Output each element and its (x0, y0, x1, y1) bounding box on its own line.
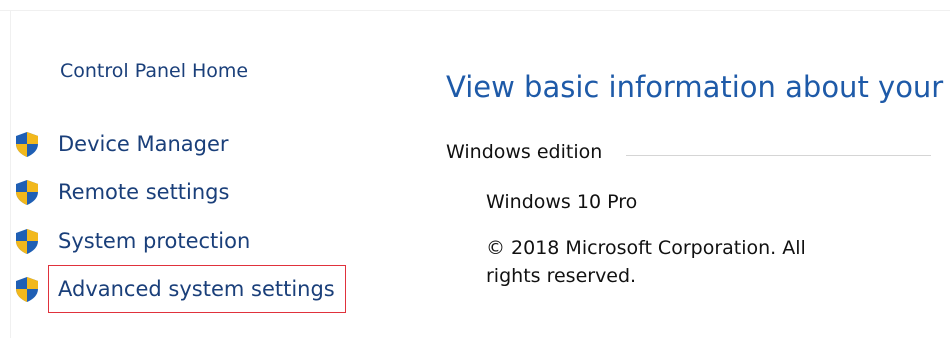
uac-shield-icon (12, 177, 42, 207)
advanced-settings-highlight-box (48, 265, 346, 313)
page-title: View basic information about your (446, 70, 944, 104)
sidebar-item-system-protection[interactable]: System protection (12, 226, 250, 256)
uac-shield-icon (12, 226, 42, 256)
sidebar-item-label: System protection (58, 229, 251, 253)
windows-edition-name: Windows 10 Pro (486, 191, 638, 213)
sidebar-item-label: Remote settings (58, 180, 230, 204)
control-panel-home-link[interactable]: Control Panel Home (60, 60, 248, 82)
copyright-line-2: rights reserved. (486, 265, 637, 287)
window-left-border (10, 10, 11, 338)
section-divider (626, 155, 931, 156)
windows-edition-heading: Windows edition (446, 141, 603, 163)
sidebar-item-remote-settings[interactable]: Remote settings (12, 177, 229, 207)
sidebar-item-advanced-system-settings[interactable]: Advanced system settings (12, 274, 335, 304)
uac-shield-icon (12, 129, 42, 159)
window-top-border (0, 10, 950, 11)
sidebar-item-device-manager[interactable]: Device Manager (12, 129, 229, 159)
uac-shield-icon (12, 274, 42, 304)
sidebar-item-label: Device Manager (58, 132, 229, 156)
system-control-panel-window: Control Panel Home Device Manager Remote… (0, 0, 950, 338)
